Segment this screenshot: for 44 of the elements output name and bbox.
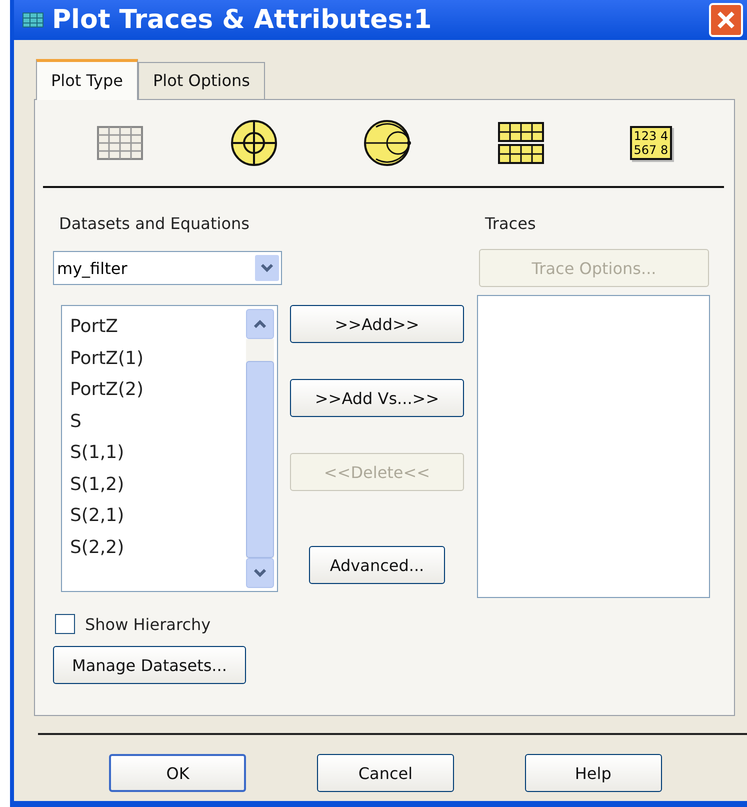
checkbox[interactable] [55,614,75,634]
dialog-button[interactable]: OK [109,754,246,792]
chevron-down-icon [254,569,266,577]
list-item[interactable]: PortZ(1) [70,342,246,374]
scrollbar[interactable] [246,306,277,591]
list-item[interactable]: S [70,406,246,437]
list-item[interactable]: PortZ [70,311,246,342]
dialog-button[interactable]: Help [524,754,662,792]
plot-type-button[interactable] [228,118,279,168]
list-item[interactable]: S(1,1) [70,437,246,468]
checkbox-label: Show Hierarchy [85,614,211,634]
polar-icon [228,118,279,168]
chevron-down-icon [260,263,274,273]
scroll-thumb[interactable] [246,361,274,558]
list-icon-text: 567 8 [634,143,668,157]
list-item[interactable]: PortZ(2) [70,374,246,406]
traces-label: Traces [485,214,537,233]
scroll-down-button[interactable] [246,558,274,588]
list-item[interactable]: S(1,2) [70,468,246,500]
action-button[interactable]: Advanced... [309,546,445,584]
dropdown-button[interactable] [255,255,279,281]
chevron-up-icon [254,320,266,328]
scroll-up-button[interactable] [246,309,274,339]
tab[interactable]: Plot Options [138,62,265,99]
close-button[interactable] [709,3,743,37]
window-title: Plot Traces & Attributes:1 [52,5,433,35]
action-button[interactable]: >>Add>> [290,305,464,343]
stacked-tables-icon [496,120,546,166]
action-button[interactable]: >>Add Vs...>> [290,379,464,417]
plot-type-button[interactable] [496,120,546,166]
tab[interactable]: Plot Type [36,59,138,100]
list-icon-text: 123 4 [634,129,668,143]
smith-chart-icon [362,118,412,168]
list-plot-button[interactable]: 123 4 567 8 [630,126,672,160]
rectangular-grid-icon [94,124,145,162]
close-icon [715,9,737,31]
plot-type-button[interactable] [362,118,412,168]
list-item[interactable]: S(2,1) [70,500,246,532]
manage-datasets-button[interactable]: Manage Datasets... [53,646,246,684]
dialog-button[interactable]: Cancel [316,754,454,792]
datasets-label: Datasets and Equations [59,214,250,233]
dataset-dropdown[interactable]: my_filter [53,251,282,285]
list-item[interactable]: S(2,2) [70,532,246,563]
grid-icon [22,12,44,28]
